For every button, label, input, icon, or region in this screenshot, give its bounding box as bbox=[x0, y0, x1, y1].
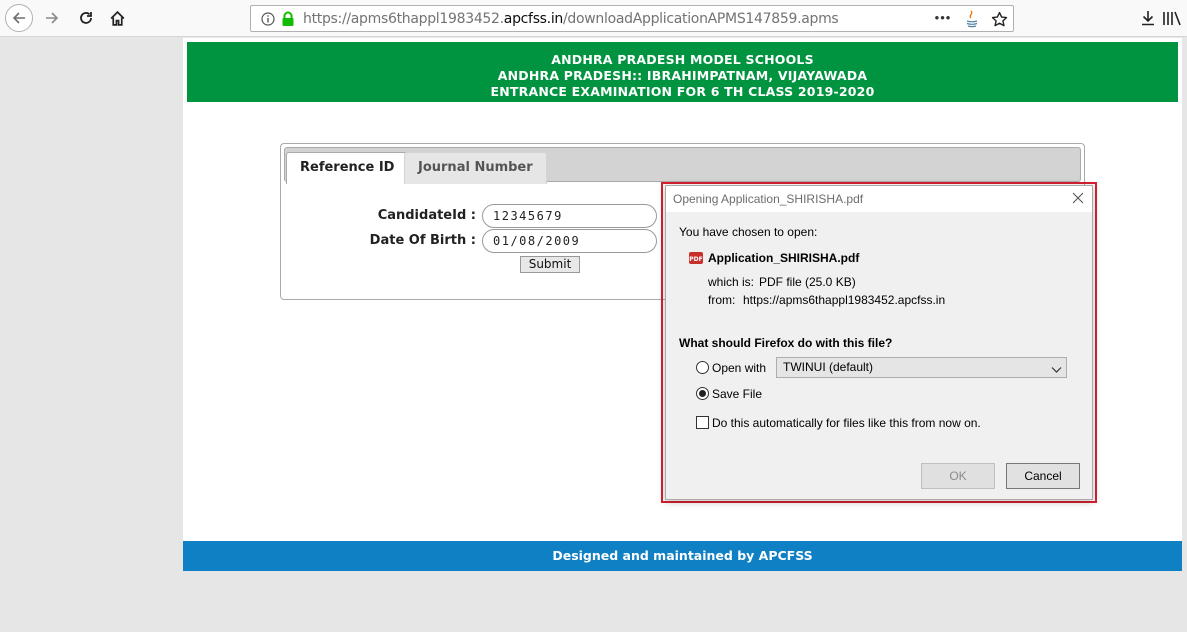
header-line-1: ANDHRA PRADESH MODEL SCHOOLS bbox=[551, 52, 814, 67]
date-of-birth-input[interactable]: 01/08/2009 bbox=[482, 229, 657, 253]
open-with-app-select[interactable]: TWINUI (default) bbox=[776, 357, 1067, 378]
open-with-radio[interactable] bbox=[696, 361, 709, 374]
file-type-value: PDF file (25.0 KB) bbox=[759, 275, 856, 289]
open-with-app-value: TWINUI (default) bbox=[783, 360, 874, 374]
candidate-id-label: CandidateId : bbox=[377, 208, 476, 223]
dialog-titlebar: Opening Application_SHIRISHA.pdf bbox=[666, 186, 1092, 212]
ok-button[interactable]: OK bbox=[921, 463, 995, 489]
which-is-label: which is: bbox=[708, 275, 755, 289]
from-label: from: bbox=[708, 293, 736, 307]
url-bar[interactable]: https://apms6thappl1983452.apcfss.in/dow… bbox=[250, 5, 1014, 32]
bookmark-star-icon[interactable] bbox=[990, 10, 1008, 28]
candidate-id-input[interactable]: 12345679 bbox=[482, 204, 657, 228]
close-icon bbox=[1072, 192, 1084, 204]
dialog-title: Opening Application_SHIRISHA.pdf bbox=[673, 192, 864, 206]
header-banner: ANDHRA PRADESH MODEL SCHOOLS ANDHRA PRAD… bbox=[187, 42, 1178, 102]
tab-journal-number[interactable]: Journal Number bbox=[404, 152, 547, 184]
info-icon[interactable] bbox=[259, 10, 277, 28]
chosen-text: You have chosen to open: bbox=[679, 225, 818, 239]
dialog-close-button[interactable] bbox=[1070, 190, 1086, 206]
page-actions-button[interactable]: ••• bbox=[934, 8, 952, 26]
url-domain: apcfss.in bbox=[503, 11, 564, 27]
reload-button[interactable] bbox=[72, 4, 100, 32]
reload-icon bbox=[80, 12, 92, 24]
back-arrow-icon bbox=[12, 12, 25, 24]
open-with-label[interactable]: Open with bbox=[712, 361, 766, 375]
file-name: Application_SHIRISHA.pdf bbox=[708, 251, 860, 265]
svg-text:PDF: PDF bbox=[689, 256, 702, 263]
browser-toolbar: https://apms6thappl1983452.apcfss.in/dow… bbox=[0, 0, 1187, 37]
home-button[interactable] bbox=[103, 4, 131, 32]
date-of-birth-label: Date Of Birth : bbox=[369, 233, 476, 248]
home-icon bbox=[110, 10, 124, 26]
footer-bar: Designed and maintained by APCFSS bbox=[183, 541, 1182, 571]
library-button[interactable] bbox=[1162, 4, 1187, 32]
submit-button[interactable]: Submit bbox=[520, 256, 580, 273]
header-line-3: ENTRANCE EXAMINATION FOR 6 TH CLASS 2019… bbox=[490, 84, 875, 99]
forward-button[interactable] bbox=[38, 4, 66, 32]
url-path: /downloadApplicationAPMS147859.apms bbox=[563, 11, 839, 27]
forward-arrow-icon bbox=[46, 12, 59, 24]
url-text[interactable]: https://apms6thappl1983452.apcfss.in/dow… bbox=[303, 11, 839, 27]
back-button[interactable] bbox=[5, 4, 33, 32]
auto-action-checkbox[interactable] bbox=[696, 416, 709, 429]
cancel-button[interactable]: Cancel bbox=[1006, 463, 1080, 489]
downloads-button[interactable] bbox=[1134, 4, 1162, 32]
download-dialog: Opening Application_SHIRISHA.pdf You hav… bbox=[665, 185, 1093, 500]
url-prefix: https://apms6thappl1983452. bbox=[303, 11, 504, 27]
tab-strip: Reference ID Journal Number bbox=[284, 147, 1081, 184]
pdf-file-icon: PDF bbox=[688, 250, 704, 266]
from-value: https://apms6thappl1983452.apcfss.in bbox=[743, 293, 946, 307]
library-icon bbox=[1163, 11, 1181, 26]
chevron-down-icon bbox=[1051, 362, 1062, 373]
save-file-radio[interactable] bbox=[696, 387, 709, 400]
tab-reference-id[interactable]: Reference ID bbox=[286, 152, 409, 184]
lock-icon[interactable] bbox=[279, 10, 297, 28]
action-question: What should Firefox do with this file? bbox=[679, 336, 893, 350]
auto-action-label[interactable]: Do this automatically for files like thi… bbox=[712, 416, 981, 430]
save-file-label[interactable]: Save File bbox=[712, 387, 762, 401]
java-icon[interactable] bbox=[963, 10, 981, 28]
header-line-2: ANDHRA PRADESH:: IBRAHIMPATNAM, VIJAYAWA… bbox=[497, 68, 868, 83]
download-icon bbox=[1142, 11, 1154, 26]
